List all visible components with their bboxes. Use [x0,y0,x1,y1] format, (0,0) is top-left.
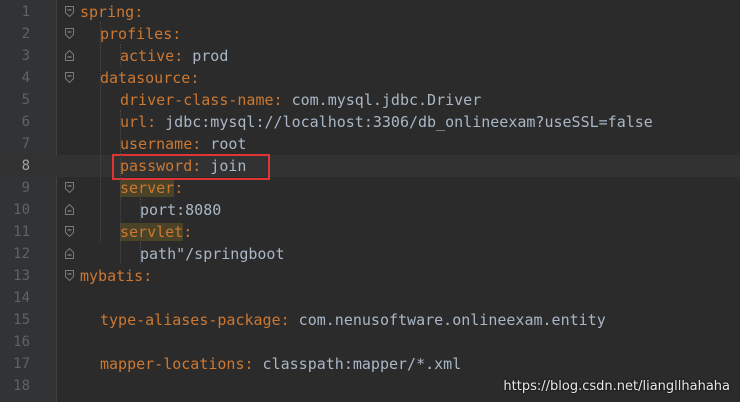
editor-line[interactable]: 13 mybatis: [0,265,740,287]
editor-line[interactable]: 1 spring: [0,1,740,23]
yaml-key: driver-class-name [120,91,274,109]
editor-line[interactable]: 16 [0,331,740,353]
code-text[interactable]: driver-class-name: com.mysql.jdbc.Driver [120,89,481,111]
line-number: 1 [21,4,30,20]
watermark: https://blog.csdn.net/liangllhahaha [503,379,730,394]
yaml-key: url [120,113,148,131]
line-number: 8 [21,158,30,174]
indent-guide [120,44,122,66]
editor-line[interactable]: 14 [0,287,740,309]
code-text[interactable]: port:8080 [140,199,221,221]
line-number: 13 [13,268,30,284]
editor-line[interactable]: 3 active: prod [0,45,740,67]
fold-end-icon[interactable] [65,50,74,61]
line-number: 10 [13,202,30,218]
editor-line[interactable]: 15 type-aliases-package: com.nenusoftware… [0,309,740,331]
yaml-value: prod [183,47,229,65]
editor-line[interactable]: 9 server: [0,177,740,199]
fold-open-icon[interactable] [65,270,74,281]
line-number: 17 [13,356,30,372]
yaml-colon: : [190,69,200,87]
line-number: 4 [21,70,30,86]
editor-line[interactable]: 11 servlet: [0,221,740,243]
fold-open-icon[interactable] [65,182,74,193]
yaml-key: mapper-locations [100,355,245,373]
indent-guide [120,110,122,264]
editor-line[interactable]: 17 mapper-locations: classpath:mapper/*.x… [0,353,740,375]
line-number: 18 [13,378,30,394]
editor-line[interactable]: 2 profiles: [0,23,740,45]
yaml-value: root [201,135,247,153]
editor-line[interactable]: 10 port:8080 [0,199,740,221]
yaml-colon: : [174,47,184,65]
code-text[interactable]: username: root [120,133,246,155]
yaml-colon: : [134,3,144,21]
yaml-value: classpath:mapper/*.xml [253,355,462,373]
yaml-value: port:8080 [140,201,222,219]
editor-line[interactable]: 6 url: jdbc:mysql://localhost:3306/db_onl… [0,111,740,133]
editor-line[interactable]: 8 password: join [0,155,740,177]
yaml-colon: : [273,91,283,109]
fold-open-icon[interactable] [65,72,74,83]
yaml-colon: : [174,179,184,197]
yaml-key: server [120,179,175,197]
yaml-key: active [120,47,175,65]
code-text[interactable]: server: [120,177,183,199]
code-editor[interactable]: 1 spring: 2 profiles: 3 active: prod 4 datasour… [0,0,740,402]
code-text[interactable]: url: jdbc:mysql://localhost:3306/db_onli… [120,111,653,133]
line-number: 2 [21,26,30,42]
yaml-key: datasource [100,69,191,87]
code-text[interactable]: servlet: [120,221,192,243]
yaml-colon: : [280,311,290,329]
fold-open-icon[interactable] [65,226,74,237]
indent-guide [140,198,142,220]
yaml-colon: : [183,223,193,241]
editor-line[interactable]: 12 path"/springboot [0,243,740,265]
code-text[interactable]: path"/springboot [140,243,285,265]
editor-line[interactable]: 5 driver-class-name: com.mysql.jdbc.Drive… [0,89,740,111]
yaml-value: com.nenusoftware.onlineexam.entity [289,311,606,329]
line-number: 7 [21,136,30,152]
code-text[interactable]: datasource: [100,67,199,89]
yaml-colon: : [244,355,254,373]
code-text[interactable]: mapper-locations: classpath:mapper/*.xml [100,353,461,375]
fold-open-icon[interactable] [65,6,74,17]
yaml-key: servlet [120,223,184,241]
yaml-key: mybatis [80,267,144,285]
line-number: 6 [21,114,30,130]
yaml-colon: : [192,135,202,153]
yaml-colon: : [147,113,157,131]
code-text[interactable]: active: prod [120,45,228,67]
line-number: 15 [13,312,30,328]
code-text[interactable]: spring: [80,1,143,23]
indent-guide [100,22,102,242]
fold-end-icon[interactable] [65,248,74,259]
editor-line[interactable]: 4 datasource: [0,67,740,89]
line-number: 3 [21,48,30,64]
yaml-key: type-aliases-package [100,311,281,329]
yaml-value: jdbc:mysql://localhost:3306/db_onlineexa… [156,113,653,131]
indent-guide [140,242,142,264]
yaml-key: profiles [100,25,173,43]
yaml-key: spring [80,3,135,21]
yaml-colon: : [143,267,153,285]
yaml-value: path"/springboot [140,245,285,263]
line-number: 9 [21,180,30,196]
code-text[interactable]: mybatis: [80,265,152,287]
code-text[interactable]: profiles: [100,23,181,45]
editor-line[interactable]: 7 username: root [0,133,740,155]
highlight-annotation-box [112,154,270,180]
line-number: 12 [13,246,30,262]
fold-open-icon[interactable] [65,28,74,39]
line-number: 5 [21,92,30,108]
yaml-colon: : [172,25,182,43]
yaml-key: username [120,135,193,153]
line-number: 14 [13,290,30,306]
line-number: 11 [13,224,30,240]
line-number: 16 [13,334,30,350]
yaml-value: com.mysql.jdbc.Driver [282,91,482,109]
fold-end-icon[interactable] [65,204,74,215]
code-text[interactable]: type-aliases-package: com.nenusoftware.o… [100,309,606,331]
